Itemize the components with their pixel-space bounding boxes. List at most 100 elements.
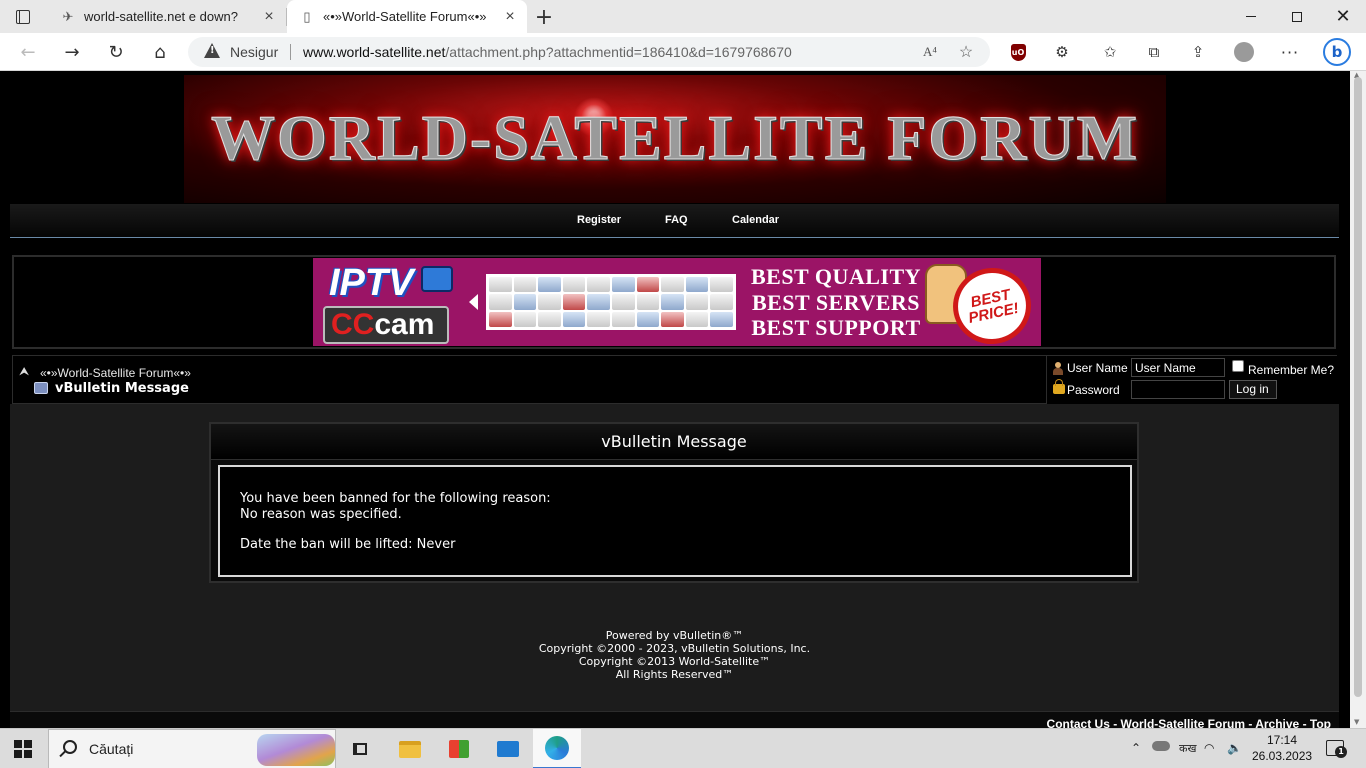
task-view-icon[interactable] [336, 729, 384, 768]
add-favorite-icon[interactable]: ☆ [956, 42, 976, 62]
new-tab-button[interactable]: + [531, 4, 557, 30]
url-host: www.world-satellite.net [303, 44, 446, 60]
wifi-icon[interactable]: ◠ [1204, 741, 1214, 755]
close-tab-icon[interactable]: × [258, 6, 280, 28]
channel-logos-image [486, 274, 736, 330]
banner-title: WORLD-SATELLITE FORUM [210, 102, 1140, 174]
footer-copyright: Powered by vBulletin®™ Copyright ©2000 -… [10, 629, 1339, 681]
remember-me-checkbox[interactable] [1232, 360, 1244, 372]
read-aloud-icon[interactable]: A⁴ [920, 42, 940, 62]
ad-iptv-logo: IPTV [329, 262, 414, 304]
taskbar: Căutați ⌃ कख ◠ 🔈 17:14 26.03.2023 1 [0, 728, 1366, 768]
remember-me-label[interactable]: Remember Me? [1248, 363, 1334, 377]
satellite-icon: ✈ [62, 8, 74, 24]
windows-start-button[interactable] [14, 740, 32, 758]
tab-title: «•»World-Satellite Forum«•» [323, 9, 487, 24]
tab-world-satellite-down[interactable]: ✈ world-satellite.net e down? × [48, 0, 286, 33]
seal-text: BEST PRICE! [966, 286, 1021, 327]
forum-banner[interactable]: WORLD-SATELLITE FORUM [184, 75, 1166, 203]
close-window-button[interactable]: ✕ [1320, 0, 1366, 33]
search-highlight-image[interactable] [257, 734, 335, 766]
ad-line-servers: BEST SERVERS [751, 290, 921, 315]
warning-icon[interactable] [204, 43, 220, 58]
message-title: vBulletin Message [211, 424, 1137, 460]
breadcrumb-forum-link[interactable]: «•»World-Satellite Forum«•» [40, 366, 191, 380]
notification-icon[interactable]: 1 [1326, 740, 1347, 758]
language-icon[interactable]: कख [1179, 741, 1196, 756]
url-path: /attachment.php?attachmentid=186410&d=16… [445, 44, 792, 60]
address-divider [290, 44, 291, 60]
file-explorer-icon[interactable] [386, 729, 434, 768]
back-button[interactable]: ← [14, 38, 42, 66]
close-tab-icon[interactable]: × [499, 6, 521, 28]
collections-icon[interactable]: ⧉ [1142, 41, 1166, 63]
login-form: User Name Remember Me? Password Log in [1046, 356, 1337, 404]
ban-lift-date: Date the ban will be lifted: Never [240, 537, 456, 552]
lock-icon [1053, 379, 1065, 394]
page-viewport: WORLD-SATELLITE FORUM Register FAQ Calen… [0, 71, 1366, 728]
tab-actions-icon[interactable] [8, 5, 38, 29]
onedrive-icon[interactable] [1152, 741, 1170, 751]
copyright-vbulletin: Copyright ©2000 - 2023, vBulletin Soluti… [538, 642, 811, 655]
clock[interactable]: 17:14 26.03.2023 [1252, 732, 1312, 764]
login-button[interactable]: Log in [1229, 380, 1277, 399]
chevron-up-icon[interactable]: ⌃ [1131, 741, 1141, 755]
home-button[interactable]: ⌂ [146, 38, 174, 66]
footer-links-bar: Contact Us - World-Satellite Forum - Arc… [10, 711, 1339, 728]
tab-world-satellite-forum[interactable]: ▯ «•»World-Satellite Forum«•» × [287, 0, 527, 33]
ad-frame: IPTV CCcam BEST QUALITY BEST SERVERS BES… [12, 255, 1336, 349]
clock-date: 26.03.2023 [1252, 749, 1313, 763]
page-scrollbar[interactable]: ▲ ▼ [1350, 71, 1366, 728]
search-placeholder: Căutați [89, 741, 134, 757]
bing-icon[interactable]: b [1322, 37, 1352, 67]
favorites-icon[interactable]: ✩ [1098, 41, 1122, 63]
url-text[interactable]: www.world-satellite.net/attachment.php?a… [303, 44, 792, 60]
username-input[interactable] [1131, 358, 1225, 377]
profile-avatar[interactable] [1232, 41, 1256, 63]
copyright-site: Copyright ©2013 World-Satellite™ [578, 655, 771, 668]
maximize-button[interactable] [1274, 0, 1320, 33]
extensions-icon[interactable]: ⚙ [1050, 41, 1074, 63]
notification-count: 1 [1335, 746, 1347, 758]
ublock-icon[interactable]: uO [1006, 41, 1030, 63]
minimize-button[interactable] [1228, 0, 1274, 33]
ban-reason-detail: No reason was specified. [240, 507, 402, 522]
ad-line-quality: BEST QUALITY [750, 264, 922, 289]
scroll-down-icon[interactable]: ▼ [1354, 718, 1359, 726]
clock-time: 17:14 [1266, 733, 1298, 747]
ublock-label: uO [1010, 43, 1026, 61]
forum-navbar: Register FAQ Calendar [10, 204, 1339, 238]
store-icon[interactable] [435, 729, 483, 768]
arrow-left-icon [469, 294, 478, 310]
powered-by-text: Powered by vBulletin®™ [605, 629, 744, 642]
ad-line-support: BEST SUPPORT [751, 315, 921, 340]
navbit-arrow-icon: ⮝ [19, 364, 30, 378]
mail-icon[interactable] [484, 729, 532, 768]
tv-icon [421, 266, 453, 292]
taskbar-search[interactable]: Căutați [48, 729, 336, 768]
page-icon [34, 382, 48, 394]
reload-button[interactable]: ↻ [102, 38, 130, 66]
page-icon: ▯ [303, 8, 311, 24]
share-icon[interactable]: ⇪ [1186, 41, 1210, 63]
scroll-thumb[interactable] [1354, 77, 1362, 697]
ban-reason-line: You have been banned for the following r… [240, 491, 551, 506]
password-input[interactable] [1131, 380, 1225, 399]
footer-links[interactable]: Contact Us - World-Satellite Forum - Arc… [1047, 717, 1331, 728]
nav-calendar-link[interactable]: Calendar [732, 214, 779, 226]
security-label[interactable]: Nesigur [230, 44, 278, 60]
ad-cccam-rest: cam [374, 308, 435, 341]
nav-register-link[interactable]: Register [577, 214, 621, 226]
forward-button[interactable]: → [58, 38, 86, 66]
page-title: vBulletin Message [55, 381, 189, 396]
tab-strip: ✈ world-satellite.net e down? × ▯ «•»Wor… [0, 0, 1366, 33]
message-box: vBulletin Message You have been banned f… [209, 422, 1139, 583]
more-options-icon[interactable]: ··· [1278, 41, 1302, 63]
iptv-ad-banner[interactable]: IPTV CCcam BEST QUALITY BEST SERVERS BES… [313, 258, 1041, 346]
rights-text: All Rights Reserved™ [615, 668, 734, 681]
nav-faq-link[interactable]: FAQ [665, 214, 688, 226]
address-bar[interactable]: Nesigur www.world-satellite.net/attachme… [188, 37, 990, 67]
tab-title: world-satellite.net e down? [84, 9, 238, 24]
volume-icon[interactable]: 🔈 [1227, 741, 1242, 755]
edge-icon[interactable] [533, 729, 581, 768]
